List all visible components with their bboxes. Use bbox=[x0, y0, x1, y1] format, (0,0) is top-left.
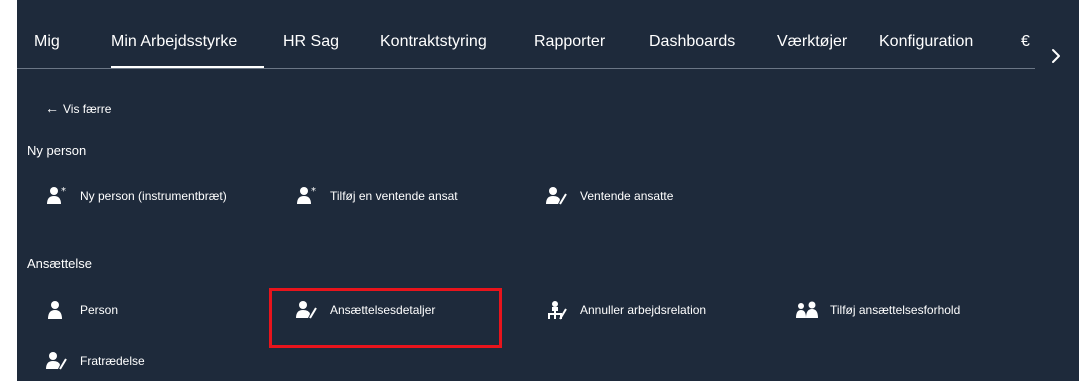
svg-text:*: * bbox=[61, 186, 66, 197]
svg-text:*: * bbox=[311, 186, 316, 197]
nav-item-label: Tilføj ansættelsesforhold bbox=[830, 303, 961, 317]
nav-item-ny-person-instrumentbraet[interactable]: * Ny person (instrumentbræt) bbox=[46, 185, 227, 207]
two-persons-icon bbox=[796, 300, 818, 320]
nav-item-fratraedelse[interactable]: Fratrædelse bbox=[46, 350, 145, 372]
person-add-icon: * bbox=[46, 186, 68, 206]
tab-min-arbejdsstyrke[interactable]: Min Arbejdsstyrke bbox=[111, 32, 237, 52]
section-title-ansaettelse: Ansættelse bbox=[27, 256, 93, 271]
nav-item-label: Person bbox=[80, 303, 119, 317]
arrow-left-icon: ← bbox=[45, 100, 59, 116]
nav-tabs: Mig Min Arbejdsstyrke HR Sag Kontraktsty… bbox=[17, 0, 1035, 69]
tab-konfiguration[interactable]: Konfiguration bbox=[879, 32, 973, 52]
tab-mig[interactable]: Mig bbox=[34, 32, 60, 52]
nav-item-label: Tilføj en ventende ansat bbox=[330, 189, 458, 203]
person-edit-icon bbox=[46, 351, 68, 371]
show-less-link[interactable]: ← Vis færre bbox=[45, 100, 111, 116]
nav-item-annuller-arbejdsrelation[interactable]: Annuller arbejdsrelation bbox=[546, 299, 706, 321]
person-edit-icon bbox=[546, 186, 568, 206]
nav-item-tilfoej-ansaettelsesforhold[interactable]: Tilføj ansættelsesforhold bbox=[796, 299, 960, 321]
nav-item-label: Ventende ansatte bbox=[580, 189, 674, 203]
nav-item-tilfoej-ventende-ansat[interactable]: * Tilføj en ventende ansat bbox=[296, 185, 458, 207]
section-title-ny-person: Ny person bbox=[27, 143, 87, 158]
nav-item-label: Ny person (instrumentbræt) bbox=[80, 189, 227, 203]
tab-kontraktstyring[interactable]: Kontraktstyring bbox=[380, 32, 487, 52]
nav-item-label: Fratrædelse bbox=[80, 354, 145, 368]
show-less-label: Vis færre bbox=[63, 102, 112, 116]
org-cancel-icon bbox=[546, 300, 568, 320]
nav-item-person[interactable]: Person bbox=[46, 299, 118, 321]
person-edit-icon bbox=[296, 300, 318, 320]
nav-item-ventende-ansatte[interactable]: Ventende ansatte bbox=[546, 185, 673, 207]
person-icon bbox=[46, 300, 68, 320]
tab-overflow-partial[interactable]: € bbox=[1021, 32, 1035, 52]
person-add-icon: * bbox=[296, 186, 318, 206]
chevron-right-icon[interactable] bbox=[1044, 44, 1068, 68]
tab-dashboards[interactable]: Dashboards bbox=[649, 32, 735, 52]
tab-vaerktoejer[interactable]: Værktøjer bbox=[777, 32, 847, 52]
tabs-divider bbox=[17, 68, 1035, 69]
nav-item-ansaettelsesdetaljer[interactable]: Ansættelsesdetaljer bbox=[296, 299, 435, 321]
navigator-panel: Mig Min Arbejdsstyrke HR Sag Kontraktsty… bbox=[17, 0, 1079, 381]
nav-item-label: Ansættelsesdetaljer bbox=[330, 303, 436, 317]
nav-item-label: Annuller arbejdsrelation bbox=[580, 303, 707, 317]
tab-rapporter[interactable]: Rapporter bbox=[534, 32, 605, 52]
tab-hr-sag[interactable]: HR Sag bbox=[283, 32, 339, 52]
